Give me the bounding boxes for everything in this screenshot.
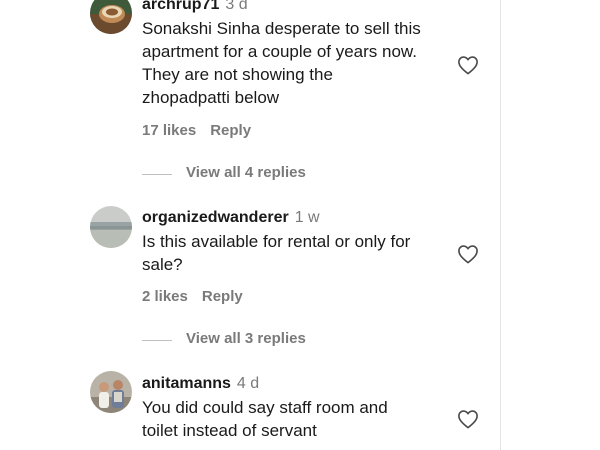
comment-text-line: Is this available for rental or only for — [142, 232, 411, 251]
comment-text-line: sale? — [142, 255, 183, 274]
comment-timestamp: 3 d — [225, 0, 248, 13]
replies-divider-line — [142, 340, 172, 341]
like-count[interactable]: 17 likes — [142, 122, 196, 139]
reply-button[interactable]: Reply — [210, 122, 251, 139]
comment-text-line: apartment for a couple of years now. — [142, 42, 417, 61]
comment-text-line: You did could say staff room and — [142, 398, 388, 417]
comment-text-line: They are not showing the — [142, 65, 333, 84]
comment-text-line: Sonakshi Sinha desperate to sell this — [142, 19, 421, 38]
comment-text: Sonakshi Sinha desperate to sell this ap… — [142, 17, 452, 109]
comment-username[interactable]: archrup71 — [142, 0, 219, 13]
comment-text-line: zhopadpatti below — [142, 88, 280, 107]
comment-meta: 2 likes Reply — [142, 288, 243, 305]
user-avatar[interactable] — [90, 371, 132, 413]
heart-icon[interactable] — [457, 244, 479, 264]
view-replies-button[interactable]: View all 3 replies — [142, 330, 442, 350]
heart-icon[interactable] — [457, 409, 479, 429]
comment-text-line: toilet instead of servant — [142, 421, 317, 440]
comment-username[interactable]: organizedwanderer — [142, 209, 289, 226]
user-avatar[interactable] — [90, 0, 132, 34]
comment-text: You did could say staff room and toilet … — [142, 396, 452, 442]
view-replies-button[interactable]: View all 4 replies — [142, 164, 442, 184]
comment-timestamp: 1 w — [294, 209, 320, 226]
comment-timestamp: 4 d — [236, 375, 260, 392]
comments-panel: archrup71 3 d Sonakshi Sinha desperate to… — [0, 0, 500, 450]
comment-meta: 17 likes Reply — [142, 122, 251, 139]
like-count[interactable]: 2 likes — [142, 288, 188, 305]
view-replies-label[interactable]: View all 4 replies — [186, 164, 306, 181]
user-avatar[interactable] — [90, 206, 132, 248]
comment-username[interactable]: anitamanns — [142, 375, 231, 392]
view-replies-label[interactable]: View all 3 replies — [186, 330, 306, 347]
panel-border — [500, 0, 501, 450]
reply-button[interactable]: Reply — [202, 288, 243, 305]
comment-text: Is this available for rental or only for… — [142, 230, 452, 276]
heart-icon[interactable] — [457, 55, 479, 75]
replies-divider-line — [142, 174, 172, 175]
